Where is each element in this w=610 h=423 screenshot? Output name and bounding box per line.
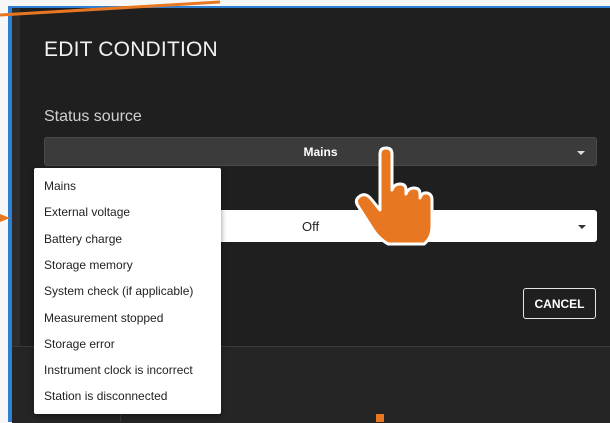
option-storage-memory[interactable]: Storage memory [44,258,133,272]
chevron-down-icon [577,151,585,155]
status-source-value: Mains [303,145,338,159]
option-instrument-clock[interactable]: Instrument clock is incorrect [44,363,193,377]
status-source-select[interactable]: Mains [44,137,597,166]
annotation-arrow-left [0,214,10,222]
option-system-check[interactable]: System check (if applicable) [44,284,193,298]
annotation-arrow-top [0,0,221,17]
state-select-value: Off [302,219,320,234]
cancel-button[interactable]: CANCEL [523,288,596,319]
chevron-down-icon [578,225,586,229]
option-battery-charge[interactable]: Battery charge [44,232,122,246]
option-mains[interactable]: Mains [44,179,76,193]
option-measurement-stopped[interactable]: Measurement stopped [44,311,163,325]
dialog-title: EDIT CONDITION [44,38,218,61]
pointing-hand-icon [354,146,434,246]
status-source-dropdown: Mains External voltage Battery charge St… [34,168,221,414]
status-source-label: Status source [44,108,142,125]
option-external-voltage[interactable]: External voltage [44,205,130,219]
option-station-disconnected[interactable]: Station is disconnected [44,389,167,403]
annotation-marker-bottom [376,414,384,422]
option-storage-error[interactable]: Storage error [44,337,115,351]
